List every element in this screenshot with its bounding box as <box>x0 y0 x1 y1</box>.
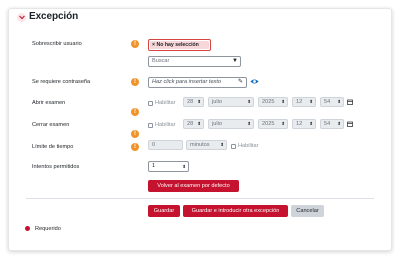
time-limit-unit-select[interactable]: minutos ⬍ <box>186 140 227 150</box>
open-day-select[interactable]: 28 ⬍ <box>183 97 204 107</box>
pencil-icon[interactable]: ✎ <box>238 78 243 87</box>
override-user-label: Sobrescribir usuario <box>32 41 82 47</box>
collapse-chevron-icon[interactable] <box>17 13 26 22</box>
help-icon[interactable]: ! <box>131 130 139 138</box>
time-limit-label: Límite de tiempo <box>32 144 74 150</box>
save-button[interactable]: Guardar <box>148 205 180 217</box>
section-title: Excepción <box>29 11 79 22</box>
time-limit-value: 0 <box>152 142 156 148</box>
password-field[interactable]: Haz click para insertar texto ✎ <box>148 77 247 88</box>
open-year-value: 2025 <box>262 99 275 105</box>
time-limit-input[interactable]: 0 <box>148 140 183 150</box>
open-minute-select[interactable]: 54 ⬍ <box>320 97 344 107</box>
password-label: Se requiere contraseña <box>32 79 91 85</box>
password-value: Haz click para insertar texto <box>152 79 222 85</box>
close-month-value: julio <box>212 121 222 127</box>
close-minute-select[interactable]: 54 ⬍ <box>320 119 344 129</box>
calendar-icon[interactable] <box>347 121 353 129</box>
required-icon <box>25 226 30 231</box>
revert-button[interactable]: Volver al examen por defecto <box>148 180 239 192</box>
save-and-add-another-button[interactable]: Guardar e introducir otra excepción <box>183 205 288 217</box>
attempts-label: Intentos permitidos <box>32 164 80 170</box>
close-exam-label: Cerrar examen <box>32 122 70 128</box>
cancel-button[interactable]: Cancelar <box>291 205 324 217</box>
help-icon[interactable]: ! <box>131 108 139 116</box>
open-year-select[interactable]: 2025 ⬍ <box>258 97 288 107</box>
close-year-select[interactable]: 2025 ⬍ <box>258 119 288 129</box>
close-minute-value: 54 <box>324 121 331 127</box>
attempts-value: 1 <box>152 163 156 169</box>
no-selection-text: × No hay selección <box>150 41 209 49</box>
open-month-select[interactable]: julio ⬍ <box>208 97 254 107</box>
open-day-value: 28 <box>187 99 194 105</box>
open-hour-select[interactable]: 12 ⬍ <box>292 97 316 107</box>
attempts-select[interactable]: 1 ⬍ <box>148 161 189 172</box>
divider <box>26 198 374 199</box>
open-exam-label: Abrir examen <box>32 100 66 106</box>
close-exam-enable-label: Habilitar <box>155 122 176 128</box>
open-month-value: julio <box>212 99 222 105</box>
time-limit-enable-label: Habilitar <box>238 143 259 149</box>
eye-icon[interactable] <box>250 78 259 87</box>
open-hour-value: 12 <box>296 99 303 105</box>
open-exam-enable-checkbox[interactable] <box>148 101 153 106</box>
close-exam-enable-checkbox[interactable] <box>148 123 153 128</box>
search-placeholder: Buscar <box>152 58 170 64</box>
help-icon[interactable]: ! <box>131 143 139 151</box>
close-day-select[interactable]: 28 ⬍ <box>183 119 204 129</box>
close-hour-select[interactable]: 12 ⬍ <box>292 119 316 129</box>
open-exam-enable-label: Habilitar <box>155 100 176 106</box>
help-icon[interactable]: ! <box>131 78 139 86</box>
user-search-select[interactable]: Buscar ▼ <box>148 56 241 67</box>
help-icon[interactable]: ! <box>131 40 139 48</box>
close-month-select[interactable]: julio ⬍ <box>208 119 254 129</box>
calendar-icon[interactable] <box>347 99 353 107</box>
no-selection-tag[interactable]: × No hay selección <box>148 39 211 51</box>
close-day-value: 28 <box>187 121 194 127</box>
close-hour-value: 12 <box>296 121 303 127</box>
time-limit-unit: minutos <box>190 142 210 148</box>
open-minute-value: 54 <box>324 99 331 105</box>
close-year-value: 2025 <box>262 121 275 127</box>
time-limit-enable-checkbox[interactable] <box>231 144 236 149</box>
required-legend: Requerido <box>35 226 61 232</box>
dropdown-arrow-icon: ▼ <box>232 58 238 64</box>
